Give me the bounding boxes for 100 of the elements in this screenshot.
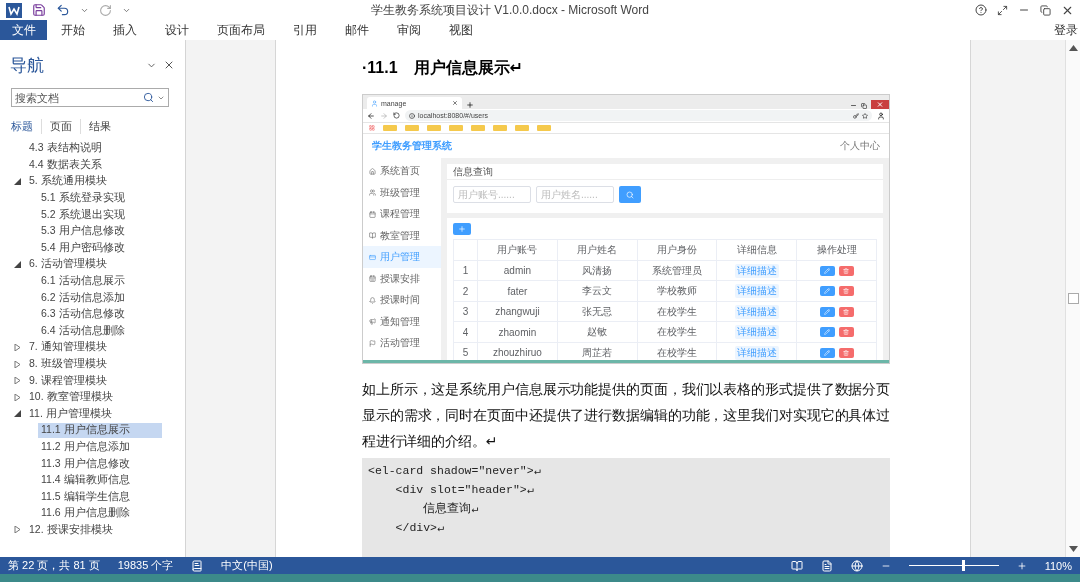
apps-icon[interactable] xyxy=(369,125,375,132)
delete-button[interactable] xyxy=(838,347,854,358)
heading-item[interactable]: 6.2 活动信息添加 xyxy=(38,290,128,306)
proofing-icon[interactable] xyxy=(191,559,204,572)
edit-button[interactable] xyxy=(819,286,835,297)
key-icon[interactable] xyxy=(853,112,859,119)
heading-item[interactable]: 6.1 活动信息展示 xyxy=(38,273,128,289)
heading-item[interactable]: 11. 用户管理模块 xyxy=(26,406,115,422)
expanded-triangle-icon[interactable] xyxy=(14,178,21,185)
language-indicator[interactable]: 中文(中国) xyxy=(221,558,273,573)
edit-button[interactable] xyxy=(819,327,835,338)
scroll-down-icon[interactable] xyxy=(1068,546,1078,552)
ribbon-tab[interactable]: 页面布局 xyxy=(203,20,279,40)
heading-item[interactable]: 11.3 用户信息修改 xyxy=(38,456,133,472)
table-cell: 在校学生 xyxy=(657,304,697,319)
collapsed-triangle-icon[interactable] xyxy=(14,377,21,385)
back-icon[interactable] xyxy=(367,111,375,120)
add-button[interactable] xyxy=(453,223,471,236)
file-menu-button[interactable]: 文件 xyxy=(0,20,47,40)
navigation-tab[interactable]: 页面 xyxy=(50,119,81,134)
reload-icon[interactable] xyxy=(393,112,400,120)
zoom-thumb[interactable] xyxy=(961,560,965,571)
heading-item[interactable]: 12. 授课安排模块 xyxy=(26,522,116,538)
close-tab-icon[interactable] xyxy=(452,100,458,107)
ribbon-tab[interactable]: 设计 xyxy=(151,20,203,40)
zoom-level[interactable]: 110% xyxy=(1044,559,1072,572)
heading-item[interactable]: 11.5 编辑学生信息 xyxy=(38,489,133,505)
scroll-up-icon[interactable] xyxy=(1068,45,1078,51)
heading-item[interactable]: 11.4 编辑教师信息 xyxy=(38,472,133,488)
heading-item[interactable]: 5.4 用户密码修改 xyxy=(38,240,128,256)
ribbon-tab[interactable]: 引用 xyxy=(279,20,331,40)
star-icon[interactable] xyxy=(862,112,868,119)
heading-item[interactable]: 6.3 活动信息修改 xyxy=(38,306,128,322)
heading-item[interactable]: 5.2 系统退出实现 xyxy=(38,207,128,223)
edit-button[interactable] xyxy=(819,347,835,358)
heading-item[interactable]: 4.4 数据表关系 xyxy=(26,157,105,173)
close-icon[interactable] xyxy=(871,100,889,110)
read-mode-icon[interactable] xyxy=(790,559,803,572)
heading-item[interactable]: 11.1 用户信息展示 xyxy=(38,422,162,438)
edit-button[interactable] xyxy=(819,306,835,317)
input-field[interactable]: 用户姓名...... xyxy=(536,186,614,204)
heading-item[interactable]: 5.3 用户信息修改 xyxy=(38,223,128,239)
redo-icon[interactable] xyxy=(99,3,112,17)
body-paragraph: 如上所示，这是系统用户信息展示功能提供的页面，我们以表格的形式提供了数据分页显示的需求，同时在页面中还提供了进行数据编辑的功能，这里我们对实现它的具体过程进行详细的介绍。↵ xyxy=(362,380,890,451)
navigation-tab[interactable]: 标题 xyxy=(11,119,42,134)
edit-button[interactable] xyxy=(819,265,835,276)
heading-item[interactable]: 11.2 用户信息添加 xyxy=(38,439,133,455)
word-count[interactable]: 19835 个字 xyxy=(117,558,174,573)
heading-item[interactable]: 5. 系统通用模块 xyxy=(26,174,110,189)
user-center-link[interactable]: 个人中心 xyxy=(840,139,880,154)
profile-icon[interactable] xyxy=(877,111,885,120)
ribbon-tab[interactable]: 插入 xyxy=(99,20,151,40)
code-line: <el-card shadow="never">↵ xyxy=(368,463,542,479)
help-icon[interactable] xyxy=(975,4,987,16)
search-field[interactable]: 搜索文档 xyxy=(11,88,169,107)
heading-item[interactable]: 11.6 用户信息删除 xyxy=(38,505,133,521)
vertical-scrollbar[interactable] xyxy=(1065,40,1080,557)
heading-item[interactable]: 6. 活动管理模块 xyxy=(26,256,110,272)
collapsed-triangle-icon[interactable] xyxy=(14,360,21,368)
menu-icon xyxy=(369,296,376,304)
heading-item[interactable]: 4.3 表结构说明 xyxy=(26,140,105,156)
collapsed-triangle-icon[interactable] xyxy=(14,526,21,534)
ribbon-tab[interactable]: 审阅 xyxy=(383,20,435,40)
collapsed-triangle-icon[interactable] xyxy=(14,393,21,401)
print-layout-icon[interactable] xyxy=(820,559,833,572)
sign-in-link[interactable]: 登录 xyxy=(1052,20,1080,40)
page-count[interactable]: 第 22 页，共 81 页 xyxy=(8,558,100,573)
ribbon-tab[interactable]: 邮件 xyxy=(331,20,383,40)
search-icon[interactable] xyxy=(143,92,154,103)
ribbon-tab[interactable]: 视图 xyxy=(435,20,487,40)
delete-button[interactable] xyxy=(838,265,854,276)
save-icon[interactable] xyxy=(32,3,46,17)
expanded-triangle-icon[interactable] xyxy=(14,410,21,418)
ribbon-tab[interactable]: 开始 xyxy=(47,20,99,40)
ribbon-display-icon[interactable] xyxy=(997,4,1008,16)
search-button[interactable] xyxy=(619,186,641,204)
delete-button[interactable] xyxy=(838,286,854,297)
delete-button[interactable] xyxy=(838,327,854,338)
code-line: <div slot="header">↵ xyxy=(394,482,535,498)
scroll-thumb[interactable] xyxy=(1067,293,1079,304)
collapsed-triangle-icon[interactable] xyxy=(14,343,21,351)
input-field[interactable]: 用户账号...... xyxy=(453,186,531,204)
close-pane-icon[interactable] xyxy=(163,59,175,71)
word-logo-icon xyxy=(6,2,22,18)
navigation-tab[interactable]: 结果 xyxy=(89,119,119,134)
undo-icon[interactable] xyxy=(56,3,70,17)
new-tab-icon[interactable] xyxy=(466,101,474,110)
heading-item[interactable]: 5.1 系统登录实现 xyxy=(38,190,128,206)
heading-item[interactable]: 8. 班级管理模块 xyxy=(26,356,110,372)
heading-item[interactable]: 7. 通知管理模块 xyxy=(26,339,110,355)
web-layout-icon[interactable] xyxy=(850,559,863,572)
heading-item[interactable]: 6.4 活动信息删除 xyxy=(38,323,128,339)
restore-icon[interactable] xyxy=(861,103,867,110)
restore-icon[interactable] xyxy=(1040,4,1051,16)
heading-item[interactable]: 10. 教室管理模块 xyxy=(26,389,116,405)
table-cell: 5 xyxy=(462,347,469,359)
heading-item[interactable]: 9. 课程管理模块 xyxy=(26,373,110,389)
expanded-triangle-icon[interactable] xyxy=(14,260,21,268)
zoom-in-icon[interactable] xyxy=(1016,560,1027,571)
delete-button[interactable] xyxy=(838,306,854,317)
